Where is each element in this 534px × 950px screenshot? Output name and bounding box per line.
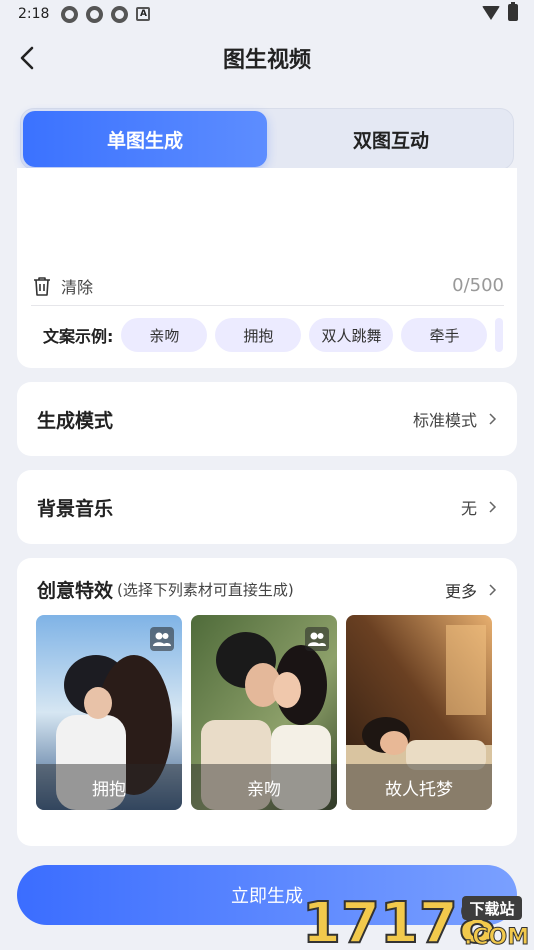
effect-card-hug[interactable]: 拥抱 <box>36 615 182 810</box>
site-watermark-logo: 17178 下载站 .COM <box>302 890 528 950</box>
tab-dual-image[interactable]: 双图互动 <box>269 109 513 169</box>
two-person-icon <box>150 627 174 651</box>
prompt-card[interactable]: 清除 0/500 文案示例: 亲吻 拥抱 双人跳舞 牵手 <box>17 168 517 368</box>
background-music-title: 背景音乐 <box>37 497 114 520</box>
notification-icon <box>86 5 104 23</box>
effect-caption: 亲吻 <box>191 764 337 810</box>
creative-effects-subtitle: (选择下列素材可直接生成) <box>117 581 294 599</box>
watermark-tag: 下载站 <box>469 900 514 918</box>
examples-row: 文案示例: 亲吻 拥抱 双人跳舞 牵手 <box>43 318 517 352</box>
battery-icon <box>508 2 518 21</box>
effect-card-dream[interactable]: 故人托梦 <box>346 615 492 810</box>
back-icon[interactable] <box>14 42 44 74</box>
example-chip-partial[interactable] <box>495 318 504 352</box>
effect-caption: 故人托梦 <box>346 764 492 810</box>
trash-icon[interactable] <box>31 275 53 297</box>
example-chip[interactable]: 亲吻 <box>121 318 208 352</box>
generation-mode-value: 标准模式 <box>412 411 477 430</box>
two-person-icon <box>305 627 329 651</box>
wifi-icon <box>482 5 500 20</box>
clear-row: 清除 0/500 <box>31 266 504 306</box>
mode-tabs: 单图生成 双图互动 <box>20 108 514 170</box>
example-chip[interactable]: 拥抱 <box>215 318 302 352</box>
chevron-right-icon[interactable] <box>487 583 497 597</box>
status-time: 2:18 <box>18 6 50 22</box>
example-chip[interactable]: 双人跳舞 <box>309 318 394 352</box>
status-bar: 2:18 A <box>0 0 534 28</box>
examples-label: 文案示例: <box>43 327 114 346</box>
notification-icon <box>61 5 79 23</box>
tab-single-image[interactable]: 单图生成 <box>23 111 267 167</box>
watermark-domain: .COM <box>464 925 528 950</box>
page-title: 图生视频 <box>222 48 311 73</box>
effect-caption: 拥抱 <box>36 764 182 810</box>
chevron-right-icon <box>489 501 497 513</box>
char-count: 0/500 <box>452 275 504 296</box>
creative-effects-header: 创意特效 (选择下列素材可直接生成) 更多 <box>37 576 497 603</box>
effect-thumbnails: 拥抱 亲吻 故人托梦 <box>36 615 492 810</box>
notification-icon <box>111 5 129 23</box>
nav-bar: 图生视频 <box>0 30 534 86</box>
background-music-row[interactable]: 背景音乐 无 <box>17 470 517 544</box>
clear-button[interactable]: 清除 <box>61 274 93 298</box>
effect-card-kiss[interactable]: 亲吻 <box>191 615 337 810</box>
generation-mode-row[interactable]: 生成模式 标准模式 <box>17 382 517 456</box>
creative-effects-title: 创意特效 <box>37 580 114 602</box>
example-chip[interactable]: 牵手 <box>401 318 488 352</box>
creative-effects-card: 创意特效 (选择下列素材可直接生成) 更多 拥抱 亲吻 故人托梦 <box>17 558 517 846</box>
generation-mode-title: 生成模式 <box>37 409 114 432</box>
chevron-right-icon <box>489 413 497 425</box>
app-notification-icon: A <box>136 7 151 21</box>
more-button[interactable]: 更多 <box>445 578 477 602</box>
background-music-value: 无 <box>460 499 477 518</box>
